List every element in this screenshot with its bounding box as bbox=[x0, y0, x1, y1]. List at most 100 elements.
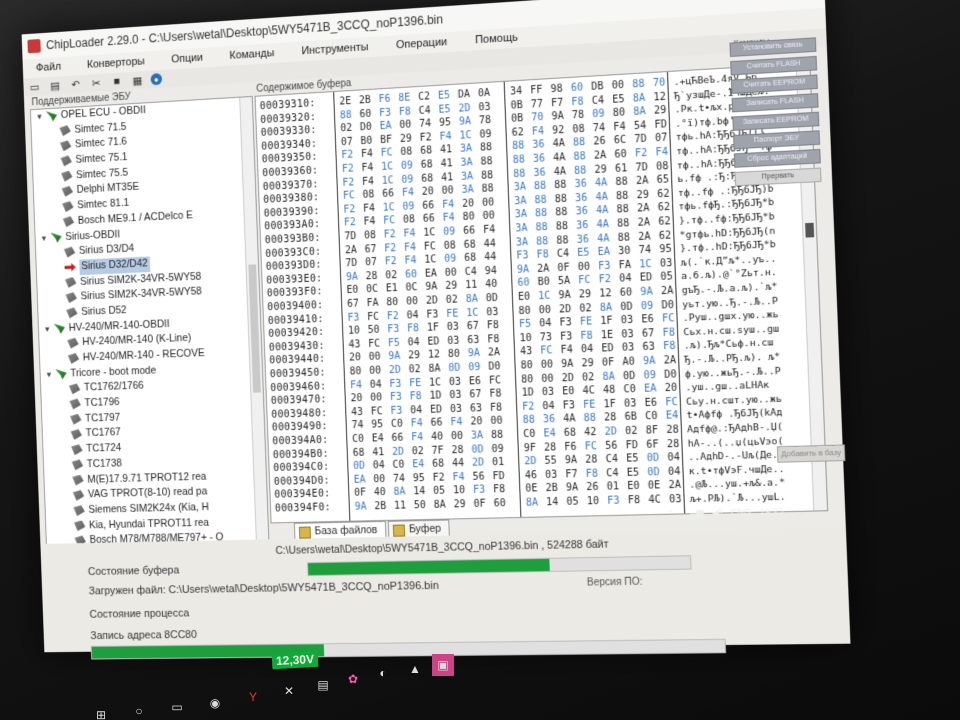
hex-row[interactable]: 000393C0: 2A 67 F2 F4 FC 08 68 44 3A 88 88 36 4A 88 2A 6… bbox=[261, 225, 775, 262]
hex-row[interactable]: 00039340: 07 B0 BF 29 F2 F4 1C 09 62 F4 92 08 74 F4 54 F… bbox=[257, 113, 765, 155]
volume-icon[interactable]: ◀) bbox=[712, 507, 723, 519]
hex-row[interactable]: 00039350: F2 F4 FC 08 68 41 3A 88 88 36 4A 88 26 6C 7D 0… bbox=[258, 127, 772, 168]
tree-item-label: TC1767 bbox=[85, 426, 121, 440]
command-button[interactable]: Считать FLASH bbox=[730, 55, 818, 76]
menu-tools[interactable]: Инструменты bbox=[288, 40, 383, 58]
tree-item-label: TC1724 bbox=[86, 442, 122, 455]
tray-language[interactable]: ENG bbox=[731, 507, 752, 518]
hex-row[interactable]: 000394D0: EA 00 74 95 F2 F4 56 FD 46 03 F7 F8 C4 E5 0D 0… bbox=[270, 463, 785, 490]
hex-byte[interactable]: 2B bbox=[374, 499, 394, 515]
hex-byte[interactable]: 60 bbox=[493, 496, 514, 512]
task-view-icon[interactable]: ▭ bbox=[166, 696, 188, 718]
hex-row[interactable]: 00039310: 2E 2B F6 8E C2 E5 DA 0A 34 FF 98 60 DB 00 88 7… bbox=[256, 72, 758, 115]
expand-caret-icon[interactable]: ▼ bbox=[35, 109, 45, 125]
undo-icon[interactable]: ↶ bbox=[68, 77, 83, 91]
menu-help[interactable]: Помощь bbox=[461, 31, 532, 48]
address-write-label: Запись адреса 8CC80 bbox=[90, 629, 198, 643]
hex-row[interactable]: 00039390: F2 F4 1C 09 66 F4 20 00 3A 88 88 36 4A 88 29 6… bbox=[260, 183, 774, 222]
hex-byte[interactable]: F8 bbox=[628, 493, 649, 509]
hex-row[interactable]: 000393F0: E0 0C E1 0C 9A 29 11 40 60 B0 5A FC F2 04 ED 0… bbox=[263, 267, 777, 302]
hex-row[interactable]: 00039460: F4 04 F3 FE 1C 03 E6 FC 80 00 2D 02 8A 0D 09 D… bbox=[266, 365, 781, 396]
hex-row[interactable]: 00039400: 67 FA 80 00 2D 02 8A 0D E0 1C 9A 29 12 60 9A 2… bbox=[263, 281, 778, 316]
menu-file[interactable]: Файл bbox=[23, 60, 75, 75]
hex-row[interactable]: 00039430: 43 FC F5 04 ED 03 63 F8 10 73 F3 F8 1E 03 67 F… bbox=[265, 323, 780, 356]
cut-icon[interactable]: ✂ bbox=[88, 76, 103, 90]
globe-icon[interactable]: ● bbox=[150, 72, 163, 86]
app-icon-2[interactable]: ▤ bbox=[312, 674, 334, 696]
hex-row[interactable]: 000393B0: 7D 08 F2 F4 1C 09 66 F4 3A 88 88 36 4A 88 2A 6… bbox=[261, 211, 775, 249]
hex-row[interactable]: 000394E0: 0F 40 8A 14 05 10 F3 F8 0E 2B 9A 26 01 E0 0E 2… bbox=[270, 477, 785, 503]
browser-icon[interactable]: ◉ bbox=[204, 692, 226, 714]
ecu-chip-icon bbox=[70, 414, 82, 425]
excel-icon[interactable]: ✕ bbox=[278, 680, 300, 702]
hex-row[interactable]: 00039410: F3 FC F2 04 F3 FE 1C 03 80 00 2D 02 8A 0D 09 D… bbox=[264, 295, 779, 329]
tray-time[interactable]: 19:23 bbox=[759, 506, 783, 517]
network-icon[interactable]: ▂▄▆ bbox=[682, 507, 703, 519]
open-icon[interactable]: ▤ bbox=[47, 79, 62, 92]
photos-icon[interactable]: ▲ bbox=[404, 658, 426, 680]
status-area: C:\Users\wetal\Desktop\5WY5471B_3CCQ_noP… bbox=[40, 527, 851, 660]
hex-row[interactable]: 00039470: 20 00 F3 F8 1D 03 67 F8 1D 03 E0 4C 48 C0 EA 2… bbox=[267, 380, 770, 409]
ecu-chip-icon bbox=[60, 140, 72, 151]
tray-up-icon[interactable]: ⌃ bbox=[666, 508, 674, 519]
ecu-chip-icon bbox=[63, 216, 75, 227]
hex-byte[interactable]: 0F bbox=[473, 496, 494, 512]
command-button[interactable]: Прервать bbox=[734, 167, 822, 187]
hex-row[interactable]: 00039330: 02 D0 EA 00 74 95 9A 78 0B 70 9A 78 09 80 8A 2… bbox=[257, 99, 765, 141]
hex-byte[interactable]: 05 bbox=[566, 494, 587, 510]
ecu-group-icon bbox=[50, 232, 62, 243]
menu-converters[interactable]: Конверторы bbox=[74, 55, 158, 72]
ecu-chip-icon bbox=[68, 353, 80, 364]
hex-byte[interactable]: 8A bbox=[526, 495, 547, 511]
search-icon[interactable]: ○ bbox=[128, 700, 150, 720]
hex-byte[interactable]: F3 bbox=[607, 493, 628, 509]
hex-row[interactable]: 000393D0: 7D 07 F2 F4 1C 09 68 44 F3 F8 C4 E5 EA 30 74 9… bbox=[262, 239, 776, 275]
hex-byte[interactable]: 29 bbox=[453, 497, 474, 513]
hex-byte[interactable]: 10 bbox=[587, 494, 608, 510]
tree-scroll-thumb[interactable] bbox=[248, 264, 261, 393]
expand-caret-icon[interactable]: ▼ bbox=[42, 322, 52, 338]
app-icon-4[interactable]: ◐ bbox=[372, 662, 394, 684]
windows-start-icon[interactable]: ⊞ bbox=[90, 704, 112, 720]
hex-scroll-thumb[interactable] bbox=[805, 222, 815, 238]
menu-operations[interactable]: Операции bbox=[382, 35, 461, 52]
hex-row[interactable]: 00039380: FC 08 66 F4 20 00 3A 88 3A 88 88 36 4A 88 2A 6… bbox=[259, 169, 773, 208]
menu-commands[interactable]: Команды bbox=[216, 46, 288, 62]
hex-byte[interactable]: 14 bbox=[546, 495, 567, 511]
hex-row[interactable]: 00039420: 10 50 F3 F8 1F 03 67 F8 F5 04 F3 FE 1F 03 E6 F… bbox=[264, 309, 779, 342]
app-icon-3[interactable]: ✿ bbox=[342, 668, 364, 690]
hex-row[interactable]: 00039370: F2 F4 1C 09 68 41 3A 88 88 36 4A 88 29 61 7D 0… bbox=[259, 155, 773, 195]
hex-row[interactable]: 000394F0: 9A 2B 11 50 8A 29 0F 60 8A 14 05 10 F3 F8 4C 0… bbox=[271, 492, 786, 517]
chiploader-task-icon[interactable]: ▣ bbox=[432, 654, 454, 676]
hex-byte[interactable]: 11 bbox=[394, 498, 414, 514]
hex-byte[interactable]: 50 bbox=[414, 498, 434, 514]
new-file-icon[interactable]: ▭ bbox=[27, 80, 42, 93]
menu-options[interactable]: Опции bbox=[158, 51, 217, 66]
hex-byte[interactable]: 8A bbox=[433, 497, 454, 513]
hex-row[interactable]: 00039360: F2 F4 1C 09 68 41 3A 88 88 36 4A 88 2A 60 F2 F… bbox=[258, 141, 772, 182]
save-icon[interactable]: ■ bbox=[109, 75, 125, 89]
expand-caret-icon[interactable]: ▼ bbox=[39, 231, 49, 247]
add-to-database-button[interactable]: Добавить в базу bbox=[776, 444, 846, 463]
command-button[interactable]: Записать EEPROM bbox=[732, 111, 820, 131]
hex-row[interactable]: 000394C0: 0D 04 C0 E4 68 44 2D 01 2D 55 9A 28 C4 E5 0D 0… bbox=[269, 449, 784, 476]
hex-byte[interactable]: 9A bbox=[354, 499, 374, 515]
command-button[interactable]: Записать FLASH bbox=[731, 93, 819, 113]
hex-row[interactable]: 00039480: 43 FC F3 04 ED 03 63 F8 F2 04 F3 FE 1F 03 E6 F… bbox=[267, 393, 782, 423]
yandex-browser-icon[interactable]: Y bbox=[242, 686, 264, 708]
hex-row[interactable]: 00039440: 20 00 9A 29 12 80 9A 2A 43 FC F4 04 ED 03 63 F… bbox=[265, 337, 774, 369]
hex-row[interactable]: 000394A0: C0 E4 66 F4 40 00 3A 88 C0 E4 68 42 2D 02 8F 2… bbox=[268, 421, 783, 450]
command-button[interactable]: Паспорт ЭБУ bbox=[733, 130, 821, 150]
print-icon[interactable]: ▦ bbox=[130, 74, 146, 88]
command-button[interactable]: Считать EEPROM bbox=[730, 74, 818, 94]
hex-row[interactable]: 000393A0: F2 F4 FC 08 66 F4 80 00 3A 88 88 36 4A 88 2A 6… bbox=[260, 197, 774, 235]
command-button[interactable]: Сброс адаптаций bbox=[733, 148, 821, 168]
expand-caret-icon[interactable]: ▼ bbox=[44, 367, 54, 383]
hex-row[interactable]: 000394B0: 68 41 2D 02 7F 28 0D 09 9F 28 F6 FC 56 FD 6F 2… bbox=[269, 435, 784, 463]
hex-row[interactable]: 00039490: 74 95 C0 F4 66 F4 20 00 88 36 4A 88 28 6B C0 E… bbox=[268, 407, 783, 436]
ecu-chip-icon bbox=[71, 429, 83, 440]
hex-row[interactable]: 00039450: 80 00 2D 02 8A 0D 09 D0 80 00 9A 29 0F A0 9A 2… bbox=[266, 351, 781, 383]
hex-row[interactable]: 00039320: 88 60 F3 F8 C4 E5 2D 03 0B 77 F7 F8 C4 E5 8A 1… bbox=[256, 85, 770, 128]
hex-row[interactable]: 000393E0: 9A 28 02 60 EA 00 C4 94 9A 2A 0F 00 F3 FA 1C 0… bbox=[262, 253, 776, 289]
ecu-tree[interactable]: ▼ OPEL ECU - OBDII Simtec 71.5 Simtec 71.6 S… bbox=[29, 95, 271, 575]
